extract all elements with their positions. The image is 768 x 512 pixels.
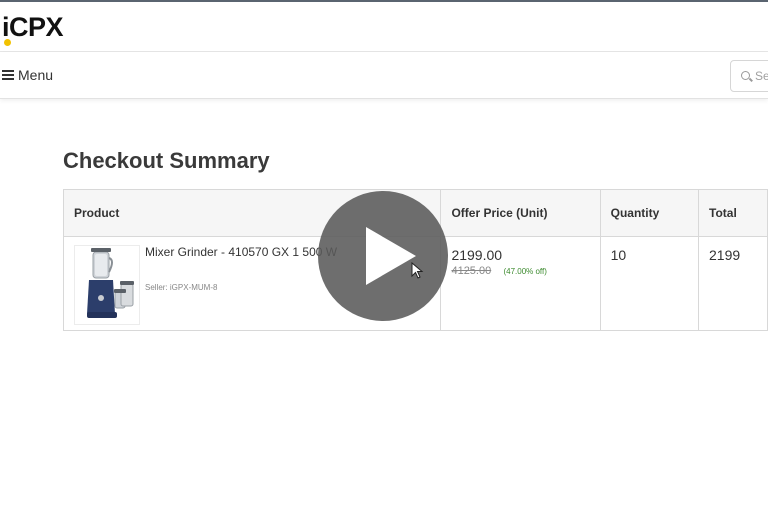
product-thumbnail[interactable] [74,245,140,325]
page-title: Checkout Summary [63,148,270,173]
mouse-cursor-icon [411,262,424,279]
logo-bar: iCPX [0,2,768,52]
menu-button[interactable]: Menu [2,65,53,85]
video-play-button[interactable] [318,191,448,321]
menu-bar: Menu Se [0,52,768,99]
column-header-total: Total [698,189,768,237]
quantity-value: 10 [610,247,627,263]
search-placeholder: Se [755,69,768,83]
search-icon [741,71,750,80]
product-name[interactable]: Mixer Grinder - 410570 GX 1 500 W [145,245,337,259]
seller-label: Seller: iGPX-MUM-8 [145,283,218,292]
total-value: 2199 [709,247,741,263]
menu-label: Menu [18,67,54,83]
original-price: 4125.00 [451,265,492,277]
play-icon [366,227,416,285]
hamburger-icon [2,70,14,80]
discount-label: (47.00% off) [503,267,547,276]
mixer-grinder-image [87,248,134,318]
logo-dot [4,39,11,46]
offer-price: 2199.00 [451,247,503,263]
search-input[interactable]: Se [730,60,768,92]
column-header-offer-price: Offer Price (Unit) [440,189,601,237]
column-header-quantity: Quantity [599,189,700,237]
site-logo[interactable]: iCPX [2,12,64,46]
logo-text: iCPX [2,12,64,42]
